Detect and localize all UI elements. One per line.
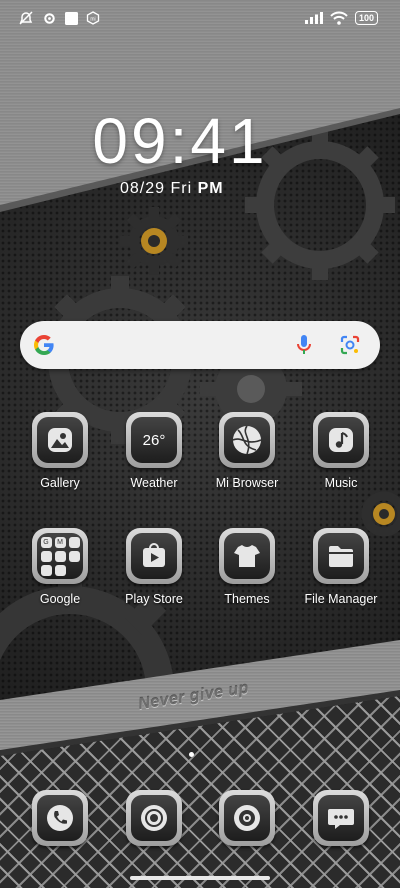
drive-icon xyxy=(40,550,52,562)
status-bar: mi 100 xyxy=(0,0,400,38)
settings-icon xyxy=(44,12,55,24)
app-music[interactable]: Music xyxy=(293,412,389,490)
google-logo-icon xyxy=(34,335,54,355)
file-manager-icon xyxy=(329,546,353,567)
ampm: PM xyxy=(197,180,224,197)
folder-google[interactable]: G M Google xyxy=(12,528,108,606)
lens-icon[interactable] xyxy=(338,333,362,357)
svg-text:mi: mi xyxy=(90,17,95,23)
files-go-icon xyxy=(40,564,52,576)
music-icon xyxy=(329,428,353,452)
app-themes[interactable]: Themes xyxy=(199,528,295,606)
app-label: Music xyxy=(324,476,358,490)
home-screen: Never give up mi 100 09:41 08/29 Fri PM xyxy=(0,0,400,888)
dock-messages[interactable] xyxy=(293,790,389,846)
app-weather[interactable]: 26° Weather xyxy=(106,412,202,490)
app-label: Play Store xyxy=(125,592,183,606)
app-label: Google xyxy=(39,592,81,606)
gesture-nav-bar[interactable] xyxy=(130,876,270,880)
signal-icon xyxy=(304,12,323,24)
app-label: File Manager xyxy=(304,592,378,606)
browser-icon xyxy=(232,425,262,455)
google-folder-icon: G xyxy=(40,536,52,548)
play-store-icon xyxy=(143,543,165,567)
dock-chrome[interactable] xyxy=(106,790,202,846)
meet-icon xyxy=(54,550,66,562)
messages-icon xyxy=(328,809,354,829)
wifi-icon xyxy=(330,11,348,25)
mi-icon: mi xyxy=(86,11,100,25)
square-icon xyxy=(65,11,78,25)
dock-phone[interactable] xyxy=(12,790,108,846)
app-mi-browser[interactable]: Mi Browser xyxy=(199,412,295,490)
weather-icon: 26° xyxy=(142,431,166,449)
app-label: Themes xyxy=(224,592,270,606)
app-label: Mi Browser xyxy=(215,476,279,490)
assistant-icon xyxy=(54,564,66,576)
app-file-manager[interactable]: File Manager xyxy=(293,528,389,606)
battery-icon: 100 xyxy=(354,11,378,25)
date-value: 08/29 xyxy=(120,180,166,197)
phone-icon xyxy=(47,805,73,831)
camera-icon xyxy=(234,805,260,831)
app-label: Gallery xyxy=(40,476,80,490)
mic-icon[interactable] xyxy=(292,333,316,357)
clock-date[interactable]: 08/29 Fri PM xyxy=(120,180,224,198)
gallery-icon xyxy=(48,428,72,452)
app-gallery[interactable]: Gallery xyxy=(12,412,108,490)
weekday: Fri xyxy=(170,180,193,197)
page-dot-active xyxy=(189,752,194,757)
clock-time[interactable]: 09:41 xyxy=(0,104,360,178)
page-indicator[interactable] xyxy=(189,752,194,757)
themes-icon xyxy=(234,545,260,567)
google-search-bar[interactable] xyxy=(20,321,380,369)
keep-icon xyxy=(68,536,80,548)
photos-icon xyxy=(68,550,80,562)
dock-camera[interactable] xyxy=(199,790,295,846)
app-play-store[interactable]: Play Store xyxy=(106,528,202,606)
no-notification-icon xyxy=(19,11,33,25)
app-label: Weather xyxy=(130,476,178,490)
chrome-icon xyxy=(141,805,167,831)
gmail-icon: M xyxy=(54,536,66,548)
gold-gear-decoration xyxy=(120,207,188,275)
